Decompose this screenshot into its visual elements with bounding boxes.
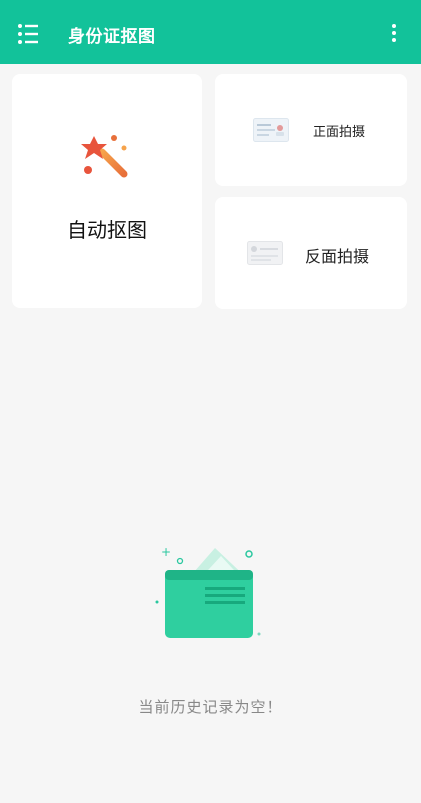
empty-wallet-icon: + — [155, 545, 261, 638]
app-bar: 身份证抠图 — [0, 0, 421, 64]
menu-button[interactable] — [14, 20, 44, 48]
back-capture-card[interactable]: 反面拍摄 — [215, 197, 407, 309]
back-capture-label: 反面拍摄 — [305, 247, 370, 266]
more-vertical-icon — [392, 24, 396, 42]
menu-list-icon — [18, 24, 38, 44]
front-capture-card[interactable]: 正面拍摄 — [215, 74, 407, 186]
more-options-button[interactable] — [387, 22, 401, 44]
id-card-front-icon — [253, 118, 289, 142]
auto-cutout-card[interactable]: 自动抠图 — [12, 74, 202, 308]
auto-cutout-label: 自动抠图 — [67, 218, 147, 242]
magic-wand-icon — [81, 135, 128, 178]
page-title: 身份证抠图 — [68, 27, 156, 47]
front-capture-label: 正面拍摄 — [313, 125, 366, 140]
empty-state-illustration: + — [155, 542, 265, 642]
id-card-back-icon — [247, 241, 283, 265]
empty-history-message: 当前历史记录为空！ — [138, 698, 283, 716]
svg-text:+: + — [161, 545, 171, 559]
